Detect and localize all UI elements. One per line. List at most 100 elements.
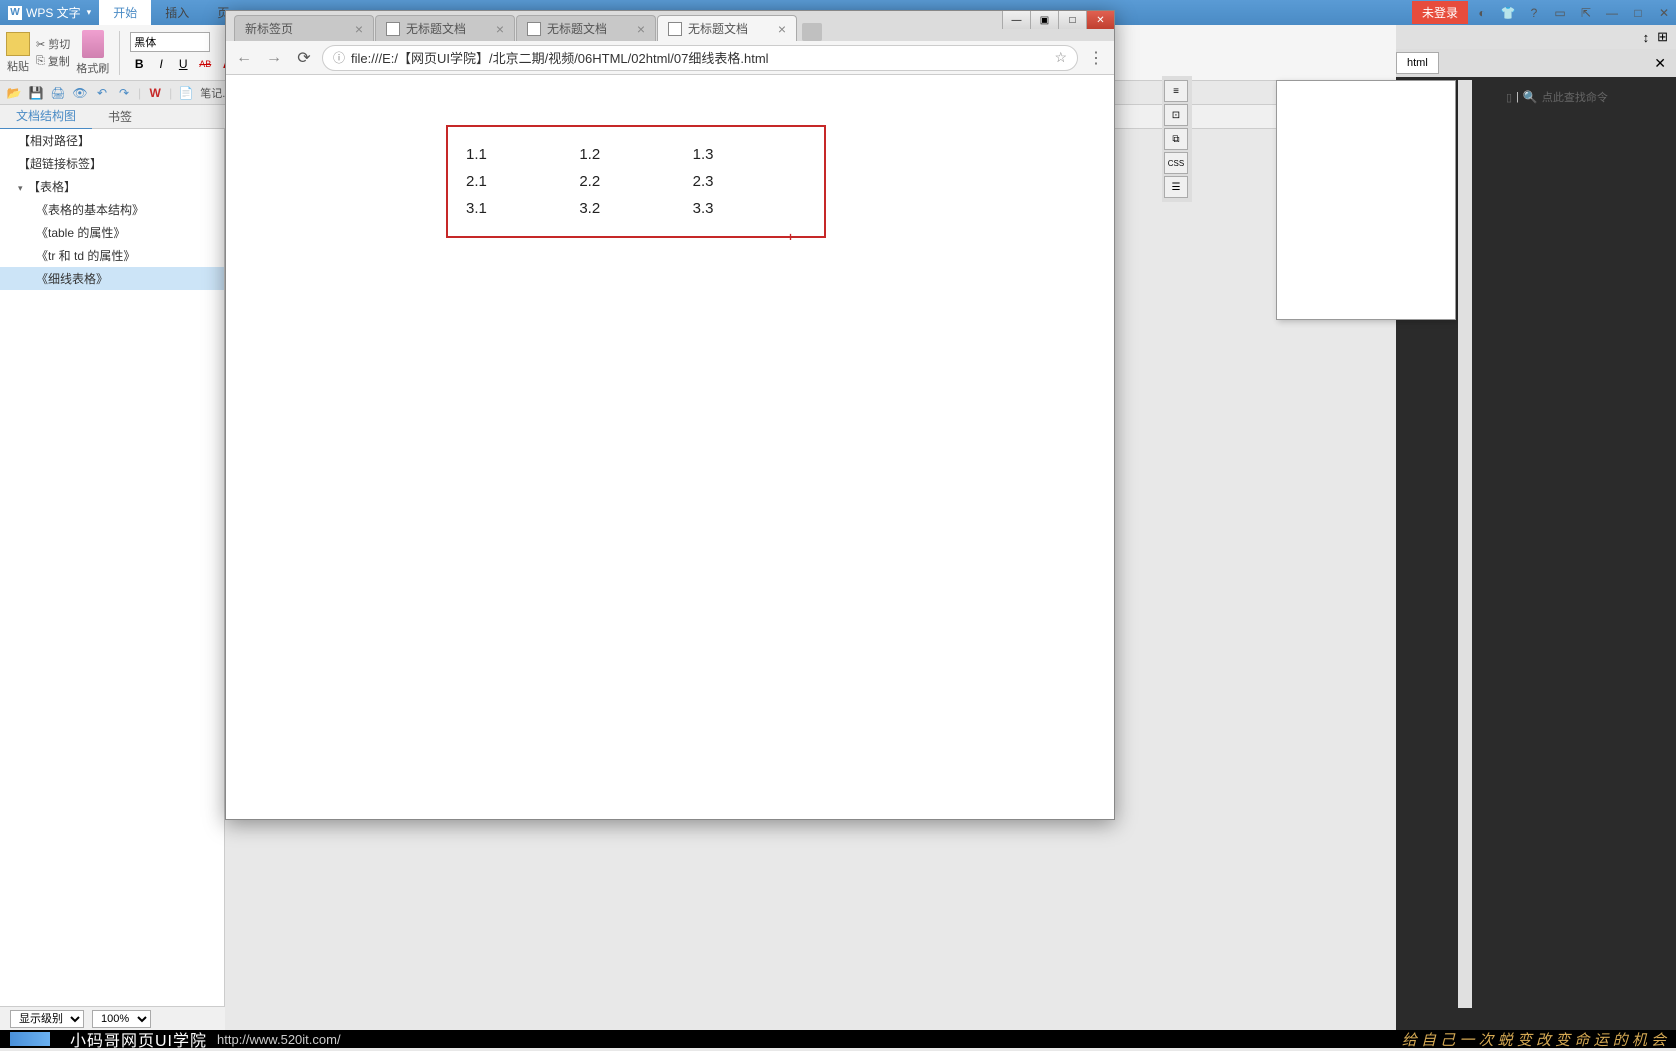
chrome-tab-title: 无标题文档 — [688, 20, 748, 37]
underline-button[interactable]: U — [174, 55, 192, 73]
chrome-tab-0[interactable]: 新标签页 × — [234, 15, 374, 41]
copy-button[interactable]: ⎘复制 — [36, 53, 70, 69]
search-area: ▯ | 🔍 点此查找命令 — [1506, 86, 1656, 108]
editor-tab-html[interactable]: html — [1396, 52, 1439, 74]
paste-icon[interactable] — [6, 32, 30, 56]
navtab-bookmark[interactable]: 书签 — [92, 104, 148, 129]
outline-icon[interactable]: ≡ — [1164, 80, 1188, 102]
doc-icon[interactable]: 📄 — [178, 85, 194, 101]
wps-login-button[interactable]: 未登录 — [1412, 1, 1468, 24]
forward-button[interactable]: → — [262, 46, 286, 70]
preview-icon[interactable]: 👁 — [72, 85, 88, 101]
tree-item-tr-td-props[interactable]: 《tr 和 td 的属性》 — [0, 244, 224, 267]
tree-item-thin-table[interactable]: 《细线表格》 — [0, 267, 224, 290]
tab-close-icon[interactable]: × — [637, 21, 645, 37]
paste-group: 粘贴 — [6, 32, 30, 74]
tab-close-icon[interactable]: × — [355, 21, 363, 37]
tree-item-hyperlink[interactable]: 【超链接标签】 — [0, 152, 224, 175]
font-name-select[interactable] — [130, 32, 210, 52]
chrome-tab-2[interactable]: 无标题文档 × — [516, 15, 656, 41]
doc-preview — [1276, 80, 1456, 320]
shirt-icon[interactable]: 👕 — [1496, 3, 1520, 23]
redo-icon[interactable]: ↷ — [116, 85, 132, 101]
list-icon[interactable]: ☰ — [1164, 176, 1188, 198]
divider: | — [169, 86, 172, 100]
w-icon[interactable]: W — [147, 85, 163, 101]
strike-button[interactable]: AB — [196, 55, 214, 73]
undo-icon[interactable]: ↶ — [94, 85, 110, 101]
chrome-addressbar: ← → ⟳ ⓘ file:///E:/【网页UI学院】/北京二期/视频/06HT… — [226, 41, 1114, 75]
tree-item-table[interactable]: ▾【表格】 — [0, 175, 224, 198]
display-level-select[interactable]: 显示级别 — [10, 1010, 84, 1028]
chrome-maximize-icon[interactable]: □ — [1058, 11, 1086, 29]
css-icon[interactable]: CSS — [1164, 152, 1188, 174]
brand-logo — [10, 1032, 50, 1046]
italic-button[interactable]: I — [152, 55, 170, 73]
table-cell: 1.3 — [693, 141, 806, 168]
resize-handle-icon[interactable]: + — [787, 230, 794, 244]
tab-close-icon[interactable]: × — [778, 21, 786, 37]
back-button[interactable]: ← — [232, 46, 256, 70]
tree-item-table-props[interactable]: 《table 的属性》 — [0, 221, 224, 244]
page-icon — [668, 22, 682, 36]
tree-item-table-structure[interactable]: 《表格的基本结构》 — [0, 198, 224, 221]
chrome-tab-3[interactable]: 无标题文档 × — [657, 15, 797, 41]
chrome-menu-button[interactable]: ⋮ — [1084, 46, 1108, 70]
search-icon[interactable]: 🔍 — [1523, 90, 1538, 104]
table-cell: 3.1 — [466, 195, 579, 222]
editor-tab-close[interactable]: ✕ — [1644, 51, 1676, 76]
tree-item-relative-path[interactable]: 【相对路径】 — [0, 129, 224, 152]
bold-button[interactable]: B — [130, 55, 148, 73]
share-icon[interactable]: ⇱ — [1574, 3, 1598, 23]
info-icon[interactable]: ⓘ — [333, 49, 345, 66]
slogan-text: 给 自 己 一 次 蜕 变 改 变 命 运 的 机 会 — [1402, 1029, 1666, 1050]
chrome-tab-title: 新标签页 — [245, 20, 293, 37]
collapse-ribbon-icon[interactable]: ▭ — [1548, 3, 1572, 23]
save-icon[interactable]: 💾 — [28, 85, 44, 101]
chrome-content: 1.1 1.2 1.3 2.1 2.2 2.3 3.1 3.2 3.3 + — [226, 75, 1114, 807]
bookmark-star-icon[interactable]: ☆ — [1054, 49, 1067, 66]
chrome-new-tab-button[interactable] — [802, 23, 822, 41]
divider — [119, 31, 120, 75]
expand-icon[interactable]: ⊡ — [1164, 104, 1188, 126]
maximize-icon[interactable]: □ — [1626, 3, 1650, 23]
sort-icon[interactable]: ↕ — [1643, 30, 1650, 45]
navtab-structure[interactable]: 文档结构图 — [0, 103, 92, 130]
wps-sidebar: 【相对路径】 【超链接标签】 ▾【表格】 《表格的基本结构》 《table 的属… — [0, 129, 225, 1008]
chrome-restore-icon[interactable]: ▣ — [1030, 11, 1058, 29]
chrome-minimize-icon[interactable]: — — [1002, 11, 1030, 29]
wps-menu-tab-start[interactable]: 开始 — [99, 0, 151, 25]
page-icon — [386, 22, 400, 36]
bookmark-icon[interactable]: ▯ — [1506, 91, 1512, 104]
table-cell: 2.1 — [466, 168, 579, 195]
print-icon[interactable]: 🖨 — [50, 85, 66, 101]
tree-view-icon[interactable]: ⊞ — [1657, 29, 1668, 45]
chrome-close-icon[interactable]: ✕ — [1086, 11, 1114, 29]
tree-toggle-icon[interactable]: ▾ — [18, 183, 28, 194]
url-field[interactable]: ⓘ file:///E:/【网页UI学院】/北京二期/视频/06HTML/02h… — [322, 45, 1078, 71]
editor-tabs: html ✕ — [1396, 49, 1676, 77]
cut-button[interactable]: ✂剪切 — [36, 36, 70, 52]
table-cell: 3.3 — [693, 195, 806, 222]
editor-topbar: ↕ ⊞ — [1396, 25, 1676, 49]
skin-icon[interactable]: ◐ — [1470, 3, 1494, 23]
reload-button[interactable]: ⟳ — [292, 46, 316, 70]
help-icon[interactable]: ? — [1522, 3, 1546, 23]
scissors-icon: ✂ — [36, 38, 45, 51]
code-icon[interactable]: ⧉ — [1164, 128, 1188, 150]
table-cell: 2.2 — [579, 168, 692, 195]
close-icon[interactable]: ✕ — [1652, 3, 1676, 23]
page-icon — [527, 22, 541, 36]
search-placeholder[interactable]: 点此查找命令 — [1542, 89, 1608, 105]
chrome-tab-1[interactable]: 无标题文档 × — [375, 15, 515, 41]
minimize-icon[interactable]: — — [1600, 3, 1624, 23]
wps-menu-tab-insert[interactable]: 插入 — [151, 0, 203, 25]
tab-close-icon[interactable]: × — [496, 21, 504, 37]
wps-dropdown-icon[interactable]: ▾ — [87, 7, 92, 18]
chrome-window-controls: — ▣ □ ✕ — [1002, 11, 1114, 29]
open-icon[interactable]: 📂 — [6, 85, 22, 101]
format-brush-group[interactable]: 格式刷 — [76, 30, 109, 76]
video-overlay-bar: 小码哥网页UI学院 http://www.520it.com/ 给 自 己 一 … — [0, 1030, 1676, 1048]
doc-scrollbar[interactable] — [1458, 80, 1472, 1008]
zoom-select[interactable]: 100% — [92, 1010, 151, 1028]
